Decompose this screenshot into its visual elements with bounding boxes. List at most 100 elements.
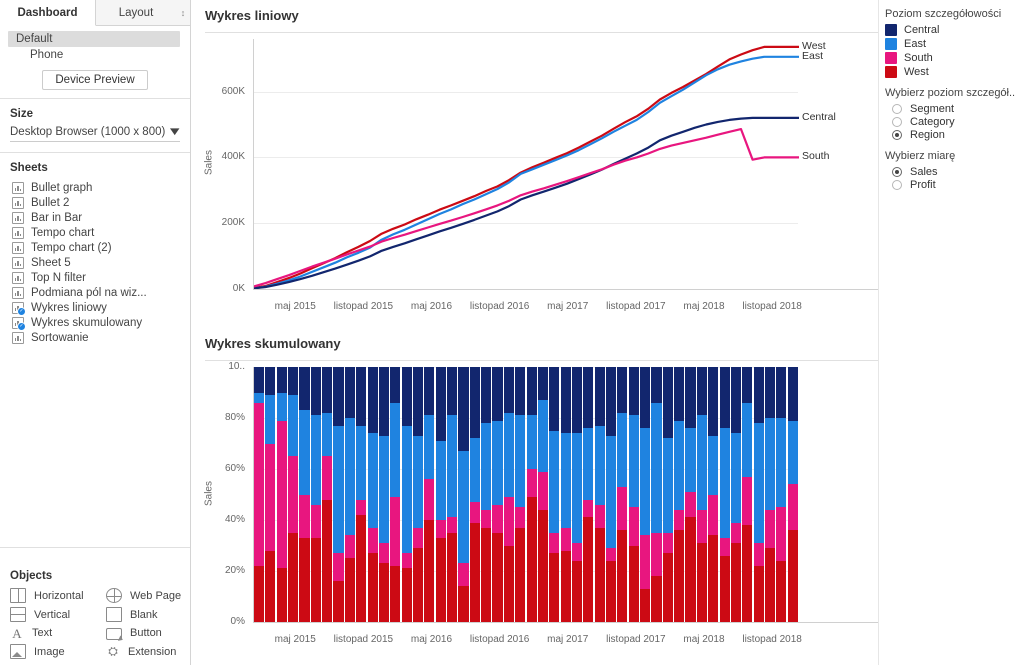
stacked-bar[interactable] (696, 367, 707, 622)
stacked-bar[interactable] (265, 367, 276, 622)
bar-segment-east (685, 428, 696, 492)
legend-color-swatch (885, 52, 897, 64)
stacked-bar[interactable] (288, 367, 299, 622)
stacked-bar[interactable] (424, 367, 435, 622)
radio-option[interactable]: Region (892, 129, 1018, 141)
device-default[interactable]: Default (8, 31, 180, 47)
object-item[interactable]: A Text (10, 626, 106, 640)
stacked-bar[interactable] (742, 367, 753, 622)
stacked-bar[interactable] (640, 367, 651, 622)
stacked-bar[interactable] (481, 367, 492, 622)
radio-option[interactable]: Segment (892, 103, 1018, 115)
stacked-bar[interactable] (605, 367, 617, 622)
bar-segment-south (787, 484, 798, 531)
radio-selected-icon[interactable] (892, 167, 902, 177)
stacked-bar[interactable] (390, 367, 401, 622)
radio-unselected-icon[interactable] (892, 180, 902, 190)
legend-item[interactable]: West (885, 66, 1018, 78)
stacked-bar[interactable] (674, 367, 685, 622)
x-axis-tick-label: listopad 2018 (742, 634, 802, 645)
sheet-item[interactable]: Bullet 2 (0, 195, 190, 210)
object-item[interactable]: ⛭ Extension (106, 644, 190, 659)
sheet-item[interactable]: Sheet 5 (0, 255, 190, 270)
legend-item[interactable]: East (885, 38, 1018, 50)
stacked-bar[interactable] (617, 367, 628, 622)
radio-option[interactable]: Sales (892, 166, 1018, 178)
stacked-bar[interactable] (628, 367, 639, 622)
stacked-bar[interactable] (378, 367, 390, 622)
stacked-bar[interactable] (594, 367, 605, 622)
sheet-item[interactable]: Bullet graph (0, 180, 190, 195)
stacked-bar[interactable] (469, 367, 480, 622)
bar-segment-south (651, 532, 662, 577)
stacked-bar[interactable] (515, 367, 526, 622)
stacked-bar[interactable] (719, 367, 730, 622)
stacked-bar[interactable] (503, 367, 514, 622)
sheet-item[interactable]: Sortowanie (0, 330, 190, 345)
stacked-bar[interactable] (367, 367, 378, 622)
stacked-bar[interactable] (708, 367, 719, 622)
stacked-bar[interactable] (447, 367, 458, 622)
stacked-bar[interactable] (537, 367, 548, 622)
radio-option[interactable]: Category (892, 116, 1018, 128)
stacked-bar[interactable] (730, 367, 742, 622)
stacked-bar[interactable] (787, 367, 798, 622)
stacked-bar[interactable] (322, 367, 333, 622)
tab-layout[interactable]: Layout (96, 0, 176, 25)
object-item[interactable]: Blank (106, 607, 190, 622)
stacked-bar[interactable] (651, 367, 662, 622)
stacked-bar[interactable] (583, 367, 594, 622)
viz-stacked-bar-chart[interactable]: Wykres skumulowany 0% 20% 40% 60% 80% 10.. Sal… (191, 328, 878, 665)
stacked-bar[interactable] (560, 367, 571, 622)
sheet-item[interactable]: Tempo chart (0, 225, 190, 240)
stacked-bar[interactable] (526, 367, 537, 622)
bar-segment-west (435, 537, 446, 622)
stacked-bar[interactable] (549, 367, 560, 622)
radio-option[interactable]: Profit (892, 179, 1018, 191)
stacked-bar[interactable] (492, 367, 503, 622)
radio-option-label: Region (910, 129, 945, 141)
size-dropdown[interactable]: Desktop Browser (1000 x 800) ▼ (10, 126, 182, 142)
object-item[interactable]: Vertical (10, 607, 106, 622)
stacked-bar[interactable] (401, 367, 412, 622)
tab-dashboard[interactable]: Dashboard (0, 0, 96, 26)
stacked-bar[interactable] (412, 367, 424, 622)
legend-item[interactable]: South (885, 52, 1018, 64)
stacked-bar[interactable] (344, 367, 355, 622)
bar-segment-south (458, 563, 469, 587)
stacked-bar[interactable] (662, 367, 673, 622)
stacked-bar[interactable] (753, 367, 764, 622)
object-item[interactable]: Web Page (106, 588, 190, 603)
stacked-bar[interactable] (310, 367, 321, 622)
stacked-bar[interactable] (356, 367, 367, 622)
stacked-bar[interactable] (254, 367, 265, 622)
device-preview-button[interactable]: Device Preview (42, 70, 148, 90)
stacked-bar[interactable] (458, 367, 469, 622)
legend-item[interactable]: Central (885, 24, 1018, 36)
object-item[interactable]: Button (106, 626, 190, 640)
sheet-item[interactable]: Tempo chart (2) (0, 240, 190, 255)
panel-resize-grip-icon[interactable]: ↕ (176, 0, 190, 25)
stacked-bar[interactable] (685, 367, 696, 622)
sheet-item[interactable]: Podmiana pól na wiz... (0, 285, 190, 300)
sheet-item[interactable]: ✓ Wykres skumulowany (0, 315, 190, 331)
radio-unselected-icon[interactable] (892, 104, 902, 114)
radio-unselected-icon[interactable] (892, 117, 902, 127)
object-item[interactable]: Horizontal (10, 588, 106, 603)
stacked-bar[interactable] (571, 367, 583, 622)
viz-line-chart[interactable]: Wykres liniowy 0K 200K 400K 600K Sales West Ea… (191, 0, 878, 328)
stacked-bar[interactable] (435, 367, 446, 622)
stacked-bar[interactable] (299, 367, 310, 622)
stacked-bar[interactable] (776, 367, 787, 622)
device-phone[interactable]: Phone (0, 47, 190, 63)
bar-segment-east (322, 412, 333, 457)
sheet-item[interactable]: ✓ Wykres liniowy (0, 300, 190, 316)
stacked-bar[interactable] (764, 367, 776, 622)
stacked-bar[interactable] (333, 367, 344, 622)
radio-selected-icon[interactable] (892, 130, 902, 140)
sheet-item[interactable]: Bar in Bar (0, 210, 190, 225)
stacked-bar[interactable] (276, 367, 287, 622)
object-item-label: Image (34, 645, 65, 658)
sheet-item[interactable]: Top N filter (0, 270, 190, 285)
object-item[interactable]: Image (10, 644, 106, 659)
